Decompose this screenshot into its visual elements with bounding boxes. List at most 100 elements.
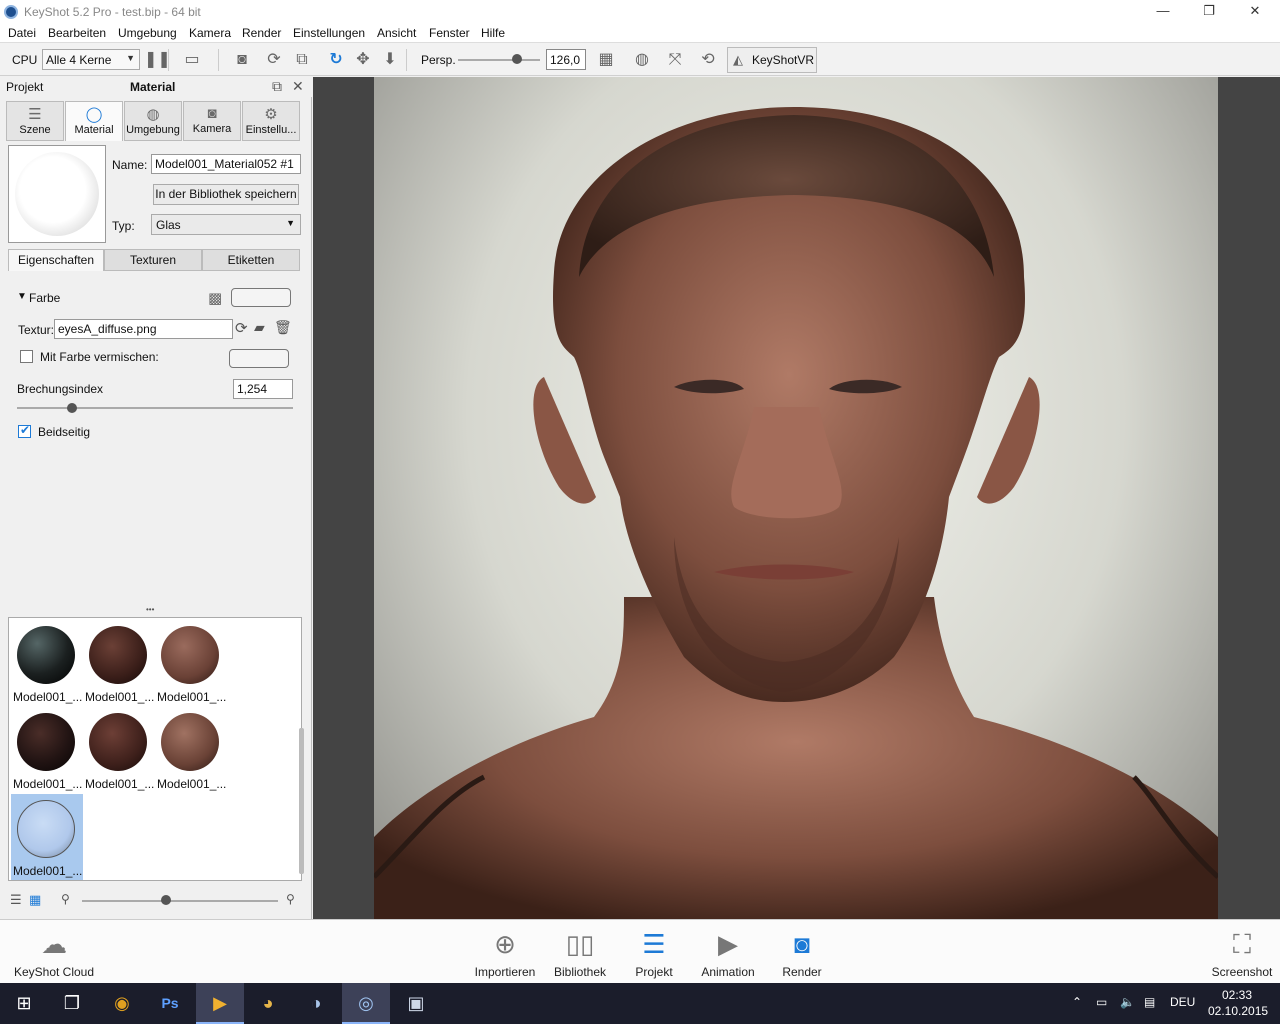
subtab-etiketten[interactable]: Etiketten <box>202 249 300 271</box>
library-item-label: Model001_... <box>85 690 155 704</box>
camera-snapshot-icon[interactable]: ◙ <box>232 50 252 70</box>
library-item-selected[interactable]: Model001_... <box>11 794 83 880</box>
library-item-label: Model001_... <box>13 864 83 878</box>
fov-slider-track[interactable] <box>458 59 540 61</box>
ribbon-label: Bibliothek <box>553 965 607 979</box>
zoom-in-icon[interactable]: ⚲ <box>286 892 295 906</box>
crosshair-icon[interactable]: ⤧ <box>665 50 685 70</box>
grid-view-icon[interactable]: ▦ <box>29 892 41 908</box>
close-button[interactable]: ✕ <box>1232 2 1278 22</box>
tray-expand-icon[interactable]: ⌃ <box>1072 995 1082 1009</box>
subtab-texturen[interactable]: Texturen <box>104 249 202 271</box>
save-to-library-button[interactable]: In der Bibliothek speichern <box>153 184 299 205</box>
fov-input[interactable]: 126,0 <box>546 49 586 70</box>
color-swatch[interactable] <box>231 288 291 307</box>
volume-icon[interactable]: 🔈 <box>1120 995 1135 1009</box>
refresh-icon[interactable]: ⟳ <box>264 50 284 70</box>
network-icon[interactable]: ▭ <box>1096 995 1107 1009</box>
chrome-icon[interactable]: ◕ <box>244 983 292 1024</box>
pause-icon[interactable]: ❚❚ <box>144 50 171 70</box>
list-view-icon[interactable]: ☰ <box>10 892 22 908</box>
tab-material[interactable]: ◯ Material <box>65 101 123 141</box>
project-button[interactable]: ☰ Projekt <box>626 922 682 982</box>
refraction-slider-knob[interactable] <box>67 403 78 413</box>
thumbnail-size-slider-track[interactable] <box>82 900 278 902</box>
mix-color-checkbox[interactable] <box>20 350 33 363</box>
collapse-triangle-icon[interactable]: ▼ <box>17 291 27 302</box>
globe-icon[interactable]: ◍ <box>632 50 652 70</box>
trash-icon[interactable]: 🗑 <box>274 319 292 336</box>
clock-time[interactable]: 02:33 <box>1222 988 1252 1002</box>
material-type-select[interactable]: Glas ▼ <box>151 214 301 235</box>
library-item[interactable]: Model001_... <box>11 707 83 793</box>
tab-kamera[interactable]: ◙ Kamera <box>183 101 241 141</box>
library-scrollbar[interactable] <box>299 728 304 874</box>
library-item[interactable]: Model001_... <box>155 707 227 793</box>
menu-fenster[interactable]: Fenster <box>429 26 470 40</box>
screenshot-button[interactable]: ⛶ Screenshot <box>1208 922 1276 982</box>
refraction-input[interactable]: 1,254 <box>233 379 293 399</box>
menu-umgebung[interactable]: Umgebung <box>118 26 177 40</box>
tab-szene[interactable]: ☰ Szene <box>6 101 64 141</box>
menu-ansicht[interactable]: Ansicht <box>377 26 416 40</box>
library-item[interactable]: Model001_... <box>155 620 227 706</box>
menu-render[interactable]: Render <box>242 26 281 40</box>
type-label: Typ: <box>112 219 135 233</box>
tab-einstellungen[interactable]: ⚙ Einstellu... <box>242 101 300 141</box>
task-view-icon[interactable]: ❐ <box>48 983 96 1024</box>
turntable-icon[interactable]: ⟲ <box>698 50 718 70</box>
maximize-button[interactable]: ❐ <box>1186 2 1232 22</box>
material-name-input[interactable]: Model001_Material052 #1 <box>151 154 301 174</box>
app-icon[interactable]: ◑ <box>292 983 340 1024</box>
refraction-slider-track[interactable] <box>17 407 293 409</box>
close-icon[interactable]: ✕ <box>292 78 304 95</box>
fov-slider-knob[interactable] <box>512 54 523 64</box>
grid-icon[interactable]: ▦ <box>596 50 616 70</box>
library-button[interactable]: ▯▯ Bibliothek <box>548 922 612 982</box>
language-indicator[interactable]: DEU <box>1170 995 1195 1009</box>
reset-camera-icon[interactable]: ↻ <box>326 50 346 70</box>
drop-to-floor-icon[interactable]: ⬇ <box>380 50 400 70</box>
two-sided-checkbox[interactable] <box>18 423 31 438</box>
zoom-out-icon[interactable]: ⚲ <box>61 892 70 906</box>
subtab-eigenschaften[interactable]: Eigenschaften <box>8 249 104 271</box>
windows-start-icon[interactable]: ⊞ <box>0 983 48 1024</box>
library-item[interactable]: Model001_... <box>83 620 155 706</box>
keyshot-cloud-button[interactable]: ☁ KeyShot Cloud <box>10 922 98 982</box>
menu-datei[interactable]: Datei <box>8 26 36 40</box>
thumbnail-size-slider-knob[interactable] <box>161 895 172 905</box>
media-player-icon[interactable]: ▶ <box>196 983 244 1024</box>
menu-bearbeiten[interactable]: Bearbeiten <box>48 26 106 40</box>
clock-date[interactable]: 02.10.2015 <box>1208 1004 1268 1018</box>
detach-icon[interactable]: ⧉ <box>272 78 282 95</box>
ribbon-label: Animation <box>701 965 755 979</box>
keyshot-taskbar-icon[interactable]: ◎ <box>342 983 390 1024</box>
render-button[interactable]: ◙ Render <box>776 922 828 982</box>
minimize-button[interactable]: — <box>1140 2 1186 22</box>
material-preview[interactable] <box>8 145 106 243</box>
menu-hilfe[interactable]: Hilfe <box>481 26 505 40</box>
render-region-icon[interactable]: ▭ <box>182 50 202 70</box>
tab-umgebung[interactable]: ◍ Umgebung <box>124 101 182 141</box>
animation-button[interactable]: ▶ Animation <box>696 922 760 982</box>
import-button[interactable]: ⊕ Importieren <box>472 922 538 982</box>
library-item[interactable]: Model001_... <box>11 620 83 706</box>
file-manager-icon[interactable]: ▣ <box>392 983 440 1024</box>
texture-file-input[interactable]: eyesA_diffuse.png <box>54 319 233 339</box>
notification-icon[interactable]: ▤ <box>1144 995 1155 1009</box>
reload-texture-icon[interactable]: ⟳ <box>235 319 248 337</box>
lock-camera-icon[interactable]: ⧉ <box>292 50 312 70</box>
splitter-handle[interactable]: ••• <box>146 605 154 614</box>
keyshotvr-button[interactable]: ◭ KeyShotVR <box>727 47 817 73</box>
folder-icon[interactable]: ▰ <box>254 319 265 336</box>
fit-view-icon[interactable]: ✥ <box>353 50 373 70</box>
menu-einstellungen[interactable]: Einstellungen <box>293 26 365 40</box>
photoshop-icon[interactable]: Ps <box>146 983 194 1024</box>
cpu-cores-select[interactable]: Alle 4 Kerne ▼ <box>42 49 140 70</box>
menu-kamera[interactable]: Kamera <box>189 26 231 40</box>
library-item[interactable]: Model001_... <box>83 707 155 793</box>
render-viewport[interactable] <box>313 77 1280 919</box>
checker-texture-icon[interactable]: ▩ <box>208 289 222 307</box>
game-app-icon[interactable]: ◉ <box>98 983 146 1024</box>
mix-color-swatch[interactable] <box>229 349 289 368</box>
